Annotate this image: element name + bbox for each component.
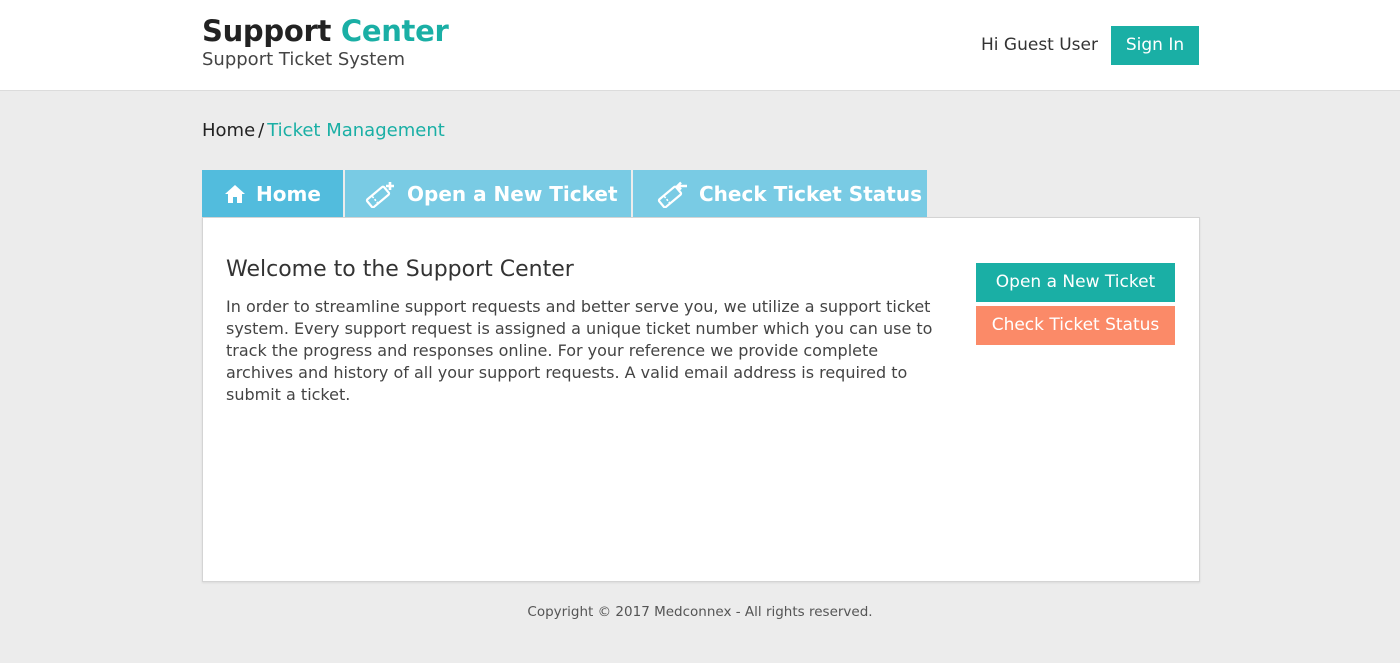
welcome-title: Welcome to the Support Center	[226, 257, 574, 282]
home-icon	[224, 184, 246, 204]
tab-open-ticket-label: Open a New Ticket	[407, 182, 618, 206]
site-header: Support Center Support Ticket System Hi …	[0, 0, 1400, 91]
ticket-check-icon	[657, 180, 689, 208]
site-title-main: Support	[202, 14, 332, 48]
breadcrumb-current[interactable]: Ticket Management	[267, 120, 445, 141]
check-status-button[interactable]: Check Ticket Status	[976, 306, 1175, 345]
tab-home[interactable]: Home	[202, 170, 343, 218]
tab-check-status-label: Check Ticket Status	[699, 182, 922, 206]
breadcrumb: Home / Ticket Management	[202, 118, 445, 144]
sign-in-button[interactable]: Sign In	[1111, 26, 1199, 65]
content-panel: Welcome to the Support Center In order t…	[202, 217, 1200, 582]
breadcrumb-separator: /	[258, 120, 265, 141]
site-title: Support Center	[202, 12, 449, 50]
site-title-accent: Center	[340, 14, 449, 48]
tab-open-ticket[interactable]: Open a New Ticket	[345, 170, 631, 218]
open-ticket-button[interactable]: Open a New Ticket	[976, 263, 1175, 302]
logo[interactable]: Support Center Support Ticket System	[202, 12, 449, 71]
ticket-add-icon	[365, 180, 397, 208]
site-subtitle: Support Ticket System	[202, 49, 405, 70]
footer-copyright: Copyright © 2017 Medconnex - All rights …	[527, 604, 873, 620]
tab-check-status[interactable]: Check Ticket Status	[633, 170, 927, 218]
welcome-text: In order to streamline support requests …	[226, 297, 933, 404]
tab-home-label: Home	[256, 182, 321, 206]
breadcrumb-home[interactable]: Home	[202, 120, 255, 141]
user-greeting: Hi Guest User	[981, 35, 1098, 55]
